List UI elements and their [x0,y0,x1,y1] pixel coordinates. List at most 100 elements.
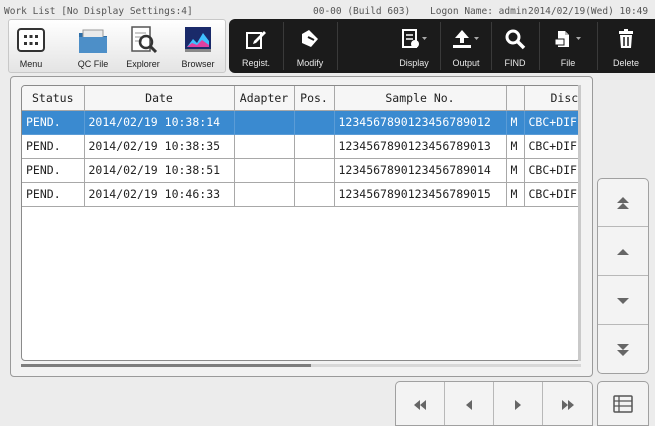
scroll-up-button[interactable] [598,228,648,276]
menu-button[interactable]: Menu [9,20,53,74]
scroll-top-button[interactable] [598,179,648,227]
delete-label: Delete [612,58,639,68]
cell-discrete: CBC+DIFF [523,181,580,207]
delete-button[interactable]: Delete [599,19,653,73]
date-time: 2014/02/19(Wed) 10:49 [528,6,649,17]
horizontal-scrollbar[interactable] [21,364,581,367]
build-info: 00-00 (Build 603) [313,6,411,17]
column-header[interactable]: Pos. [293,86,335,111]
cell-discrete: CBC+DIFF [523,109,580,135]
scroll-right-button[interactable] [494,382,543,425]
double-up-arrow-icon [617,196,629,209]
output-button[interactable]: Output [442,19,490,73]
regist-label: Regist. [241,58,270,68]
explorer-label: Explorer [126,59,160,69]
cell-flag: M [505,109,525,135]
column-header[interactable]: Adapter [233,86,295,111]
app-toolbar: Menu QC File Explorer Browser [8,19,226,73]
down-arrow-icon [617,297,629,304]
cell-pos [293,133,335,159]
column-header[interactable]: Date [83,86,235,111]
browser-label: Browser [181,59,215,69]
cell-date: 2014/02/19 10:38:14 [83,109,235,135]
cell-status: PEND. [22,133,85,159]
work-list-table-container: Status Date Adapter Pos. Sample No. Disc… [21,85,581,361]
scroll-bottom-button[interactable] [598,326,648,373]
cell-pos [293,181,335,207]
menu-label: Menu [19,59,43,69]
status-bar: Work List [No Display Settings:4] 00-00 … [0,0,655,20]
display-settings-icon [397,24,431,54]
cell-adapter [233,109,295,135]
output-label: Output [452,58,480,68]
scroll-last-button[interactable] [543,382,592,425]
scroll-left-button[interactable] [445,382,494,425]
scroll-first-button[interactable] [396,382,445,425]
cell-discrete: CBC+DIFF [523,133,580,159]
cell-sample-no: 123456789012345678901​2 [333,109,507,135]
logon-name: Logon Name: admin [430,6,528,17]
file-icon [551,24,585,54]
horizontal-scroll-thumb[interactable] [21,364,311,367]
cell-date: 2014/02/19 10:46:33 [83,181,235,207]
cell-adapter [233,133,295,159]
explorer-icon [126,25,160,55]
table-header-row: Status Date Adapter Pos. Sample No. Disc… [22,86,580,111]
double-right-arrow-icon [561,399,574,410]
upload-icon [449,24,483,54]
display-label: Display [399,58,429,68]
list-view-button[interactable] [597,381,649,426]
cell-adapter [233,181,295,207]
search-icon [498,24,532,54]
right-arrow-icon [515,399,521,410]
file-label: File [560,58,576,68]
explorer-button[interactable]: Explorer [121,20,165,74]
column-header[interactable]: Status [22,86,85,111]
list-view-icon [613,394,633,413]
table-row[interactable]: PEND. 2014/02/19 10:38:35 12345678901234… [22,133,580,159]
work-list-panel: Status Date Adapter Pos. Sample No. Disc… [10,76,593,377]
modify-button[interactable]: Modify [285,19,335,73]
menu-icon [14,25,48,55]
cell-date: 2014/02/19 10:38:51 [83,157,235,183]
column-header[interactable]: Discre [523,86,580,111]
cell-flag: M [505,181,525,207]
cell-sample-no: 1234567890123456789014 [333,157,507,183]
cell-pos [293,157,335,183]
browser-button[interactable]: Browser [173,20,223,74]
display-button[interactable]: Display [389,19,439,73]
scroll-down-button[interactable] [598,277,648,325]
work-list-table: Status Date Adapter Pos. Sample No. Disc… [22,86,580,207]
cell-pos [293,109,335,135]
cell-discrete: CBC+DIFF [523,157,580,183]
bottom-bar [0,381,393,426]
column-header[interactable] [505,86,525,111]
browser-icon [181,25,215,55]
double-left-arrow-icon [414,399,426,410]
command-toolbar: Regist. Modify Display Output FIND File [229,19,655,73]
modify-label: Modify [296,58,324,68]
regist-button[interactable]: Regist. [231,19,281,73]
horizontal-page-nav [395,381,593,426]
left-arrow-icon [466,399,472,410]
table-row[interactable]: PEND. 2014/02/19 10:38:14 12345678901234… [22,109,580,135]
table-row[interactable]: PEND. 2014/02/19 10:38:51 12345678901234… [22,157,580,183]
cell-status: PEND. [22,109,85,135]
cell-sample-no: 1234567890123456789015 [333,181,507,207]
cell-sample-no: 1234567890123456789013 [333,133,507,159]
qc-file-icon [76,25,110,55]
trash-icon [609,24,643,54]
find-button[interactable]: FIND [493,19,537,73]
table-row[interactable]: PEND. 2014/02/19 10:46:33 12345678901234… [22,181,580,207]
screen-title: Work List [No Display Settings:4] [4,6,193,17]
cell-flag: M [505,157,525,183]
edit-icon [239,24,273,54]
double-down-arrow-icon [617,344,629,356]
modify-icon [293,24,327,54]
qc-file-button[interactable]: QC File [71,20,115,74]
cell-adapter [233,157,295,183]
vertical-scrollbar[interactable] [578,85,581,361]
file-button[interactable]: File [541,19,595,73]
cell-status: PEND. [22,157,85,183]
column-header[interactable]: Sample No. [333,86,507,111]
